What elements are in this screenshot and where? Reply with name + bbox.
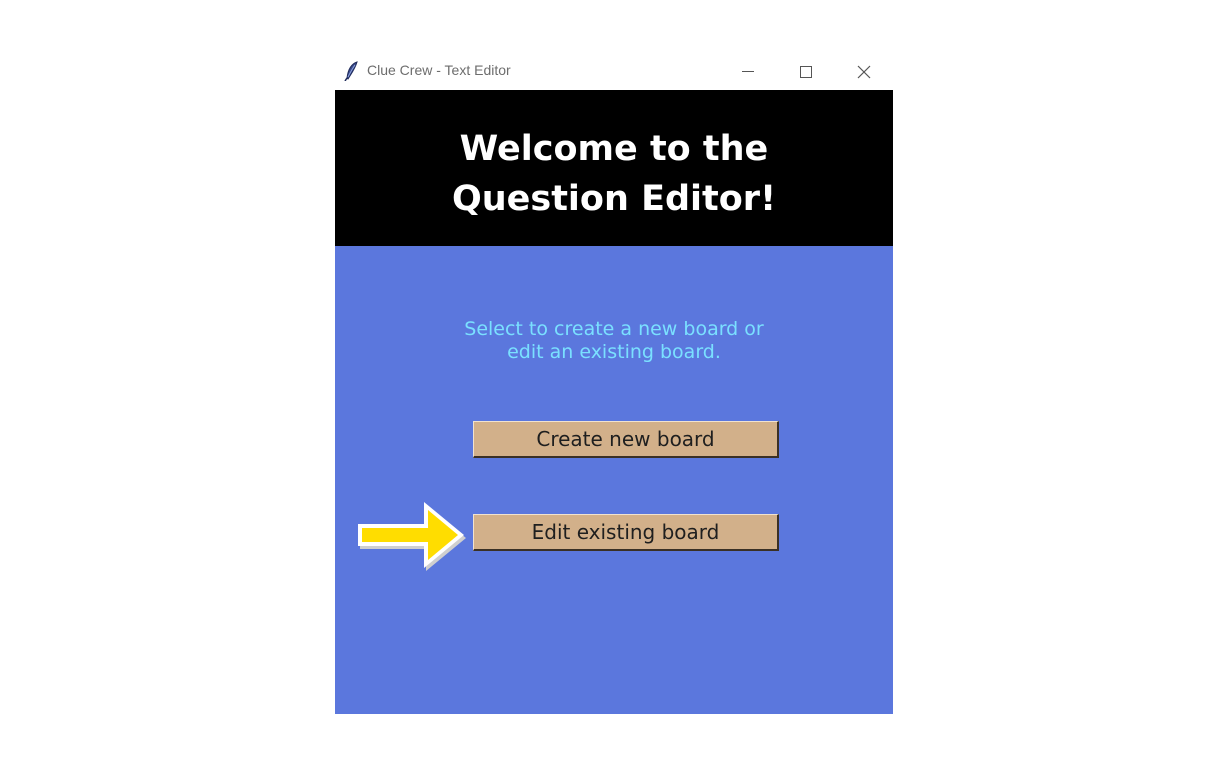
minimize-button[interactable] bbox=[719, 53, 777, 90]
title-bar[interactable]: Clue Crew - Text Editor bbox=[335, 53, 893, 90]
maximize-icon bbox=[800, 66, 812, 78]
close-icon bbox=[857, 65, 871, 79]
edit-existing-board-button[interactable]: Edit existing board bbox=[473, 514, 779, 551]
instruction-text: Select to create a new board or edit an … bbox=[464, 318, 764, 363]
app-window: Clue Crew - Text Editor Welcome to the Q… bbox=[335, 53, 893, 714]
close-button[interactable] bbox=[835, 53, 893, 90]
maximize-button[interactable] bbox=[777, 53, 835, 90]
window-title: Clue Crew - Text Editor bbox=[367, 62, 511, 78]
header-banner: Welcome to the Question Editor! bbox=[335, 90, 893, 246]
page-title: Welcome to the Question Editor! bbox=[451, 129, 777, 219]
feather-icon bbox=[343, 61, 361, 82]
yellow-arrow-icon bbox=[358, 502, 466, 571]
minimize-icon bbox=[742, 71, 754, 72]
create-new-board-button[interactable]: Create new board bbox=[473, 421, 779, 458]
main-panel: Select to create a new board or edit an … bbox=[335, 246, 893, 714]
